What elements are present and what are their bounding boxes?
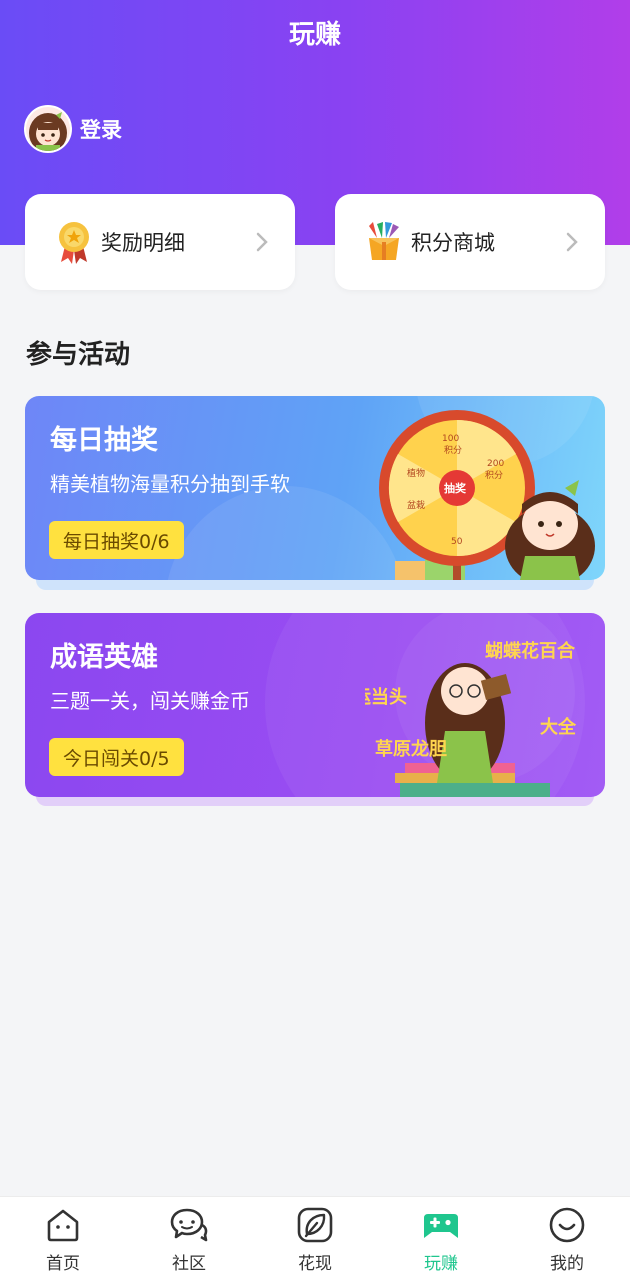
idiom-hero-illustration: 蝴蝶花百合 红运当头 大全 草原龙胆 bbox=[365, 640, 577, 797]
points-mall-card[interactable]: 积分商城 bbox=[335, 194, 605, 290]
idiom-word: 大全 bbox=[540, 716, 577, 738]
wheel-label: 积分 bbox=[444, 444, 462, 456]
tab-home[interactable]: 首页 bbox=[0, 1197, 126, 1280]
wheel-label: 200 bbox=[487, 459, 504, 469]
tab-community[interactable]: 社区 bbox=[126, 1197, 252, 1280]
tab-label: 首页 bbox=[46, 1254, 80, 1274]
smiley-icon bbox=[549, 1207, 585, 1243]
points-mall-label: 积分商城 bbox=[411, 231, 495, 255]
chat-bubbles-icon bbox=[170, 1208, 208, 1242]
tab-label: 社区 bbox=[172, 1254, 206, 1274]
activity-progress-badge[interactable]: 今日闯关0/5 bbox=[49, 738, 184, 776]
activity-title: 每日抽奖 bbox=[50, 425, 158, 456]
chevron-right-icon bbox=[566, 232, 578, 252]
section-title: 参与活动 bbox=[26, 340, 131, 370]
wheel-center-label: 抽奖 bbox=[444, 481, 467, 495]
tab-earn[interactable]: 玩赚 bbox=[378, 1197, 504, 1280]
activity-description: 精美植物海量积分抽到手软 bbox=[50, 472, 290, 496]
idiom-word: 红运当头 bbox=[365, 686, 407, 708]
idiom-word: 蝴蝶花百合 bbox=[485, 640, 576, 662]
activity-description: 三题一关，闯关赚金币 bbox=[50, 689, 250, 713]
activity-progress-badge[interactable]: 每日抽奖0/6 bbox=[49, 521, 184, 559]
wheel-label: 100 bbox=[442, 434, 459, 444]
login-label[interactable]: 登录 bbox=[80, 114, 122, 144]
tab-label: 玩赚 bbox=[424, 1254, 458, 1274]
wheel-label: 植物 bbox=[407, 467, 425, 479]
tab-label: 花现 bbox=[298, 1254, 332, 1274]
tab-label: 我的 bbox=[550, 1254, 584, 1274]
medal-icon bbox=[59, 222, 89, 264]
idiom-word: 草原龙胆 bbox=[375, 738, 447, 760]
login-entry[interactable]: 登录 bbox=[24, 105, 122, 153]
lottery-wheel-illustration: 100 积分 200 积分 50 植物 盆栽 抽奖 bbox=[379, 410, 595, 580]
idiom-hero-card[interactable]: 成语英雄 三题一关，闯关赚金币 今日闯关0/5 蝴蝶花百合 红运当头 大全 草原… bbox=[25, 613, 605, 797]
gift-box-icon bbox=[369, 222, 399, 260]
leaf-icon bbox=[297, 1207, 333, 1243]
wheel-label: 盆栽 bbox=[407, 499, 425, 511]
page-title: 玩赚 bbox=[288, 20, 341, 50]
home-icon bbox=[47, 1209, 79, 1242]
reward-details-card[interactable]: 奖励明细 bbox=[25, 194, 295, 290]
tab-discover[interactable]: 花现 bbox=[252, 1197, 378, 1280]
wheel-label: 积分 bbox=[485, 469, 503, 481]
gamepad-icon bbox=[424, 1214, 458, 1238]
wheel-label: 50 bbox=[451, 537, 463, 547]
activity-title: 成语英雄 bbox=[50, 642, 158, 673]
daily-lottery-card[interactable]: 每日抽奖 精美植物海量积分抽到手软 每日抽奖0/6 100 积分 200 积分 … bbox=[25, 396, 605, 580]
avatar[interactable] bbox=[24, 105, 72, 153]
reward-details-label: 奖励明细 bbox=[101, 231, 185, 255]
tab-mine[interactable]: 我的 bbox=[504, 1197, 630, 1280]
bottom-tab-bar: 首页 社区 花现 玩赚 我的 bbox=[0, 1196, 630, 1280]
chevron-right-icon bbox=[256, 232, 268, 252]
